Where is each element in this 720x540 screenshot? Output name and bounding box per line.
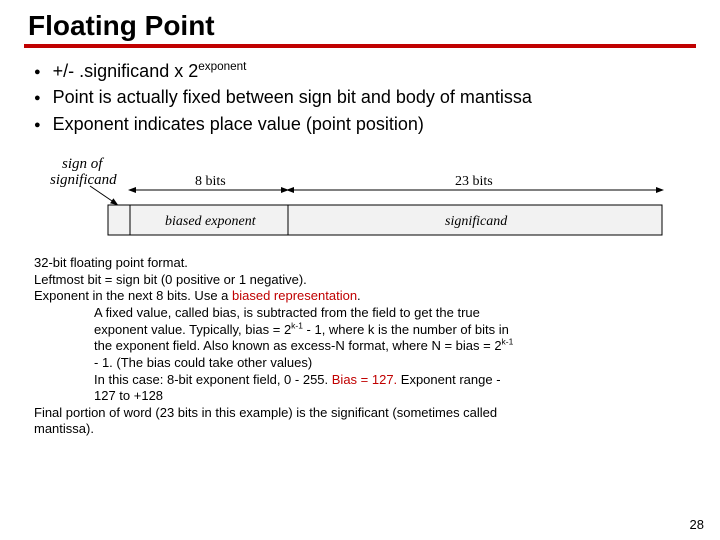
note-5a: exponent value. Typically, bias = 2 [94, 322, 291, 337]
bullet-1-sup: exponent [198, 60, 246, 73]
note-line-3: Exponent in the next 8 bits. Use a biase… [34, 288, 686, 305]
note-line-2: Leftmost bit = sign bit (0 positive or 1… [34, 272, 686, 289]
bullet-3: Exponent indicates place value (point po… [56, 113, 692, 136]
note-8-red: Bias = 127. [332, 372, 397, 387]
note-6a: the exponent field. Also known as excess… [94, 338, 502, 353]
exp-width-label: 8 bits [195, 174, 226, 189]
note-3b: . [357, 288, 361, 303]
bullet-2: Point is actually fixed between sign bit… [56, 86, 692, 109]
note-line-6: the exponent field. Also known as excess… [94, 338, 686, 355]
note-line-9: 127 to +128 [94, 388, 686, 405]
bullet-1-text: +/- .significand x 2 [53, 61, 199, 81]
note-line-11: mantissa). [34, 421, 686, 438]
note-3a: Exponent in the next 8 bits. Use a [34, 288, 232, 303]
note-5b: - 1, where k is the number of bits in [303, 322, 509, 337]
note-line-8: In this case: 8-bit exponent field, 0 - … [94, 372, 686, 389]
note-8b: Exponent range - [397, 372, 500, 387]
note-6-sup: k-1 [502, 337, 514, 347]
page-number: 28 [690, 517, 704, 532]
note-line-1: 32-bit floating point format. [34, 255, 686, 272]
sign-label-2: significand [50, 172, 117, 188]
bullet-1: +/- .significand x 2exponent [56, 60, 692, 83]
title-underline [24, 44, 696, 48]
sig-width-label: 23 bits [455, 174, 493, 189]
sig-field-label: significand [445, 214, 508, 229]
note-line-7: - 1. (The bias could take other values) [94, 355, 686, 372]
note-5-sup: k-1 [291, 320, 303, 330]
note-line-4: A fixed value, called bias, is subtracte… [94, 305, 686, 322]
exp-field-label: biased exponent [165, 214, 257, 229]
notes-block: 32-bit floating point format. Leftmost b… [34, 255, 686, 438]
format-diagram: sign of significand 8 bits 23 bits biase… [50, 150, 670, 245]
sign-label-1: sign of [62, 156, 104, 172]
note-line-5: exponent value. Typically, bias = 2k-1 -… [94, 322, 686, 339]
note-line-10: Final portion of word (23 bits in this e… [34, 405, 686, 422]
page-title: Floating Point [28, 10, 692, 42]
note-3-red: biased representation [232, 288, 357, 303]
note-8a: In this case: 8-bit exponent field, 0 - … [94, 372, 332, 387]
bullet-list: +/- .significand x 2exponent Point is ac… [34, 60, 692, 136]
